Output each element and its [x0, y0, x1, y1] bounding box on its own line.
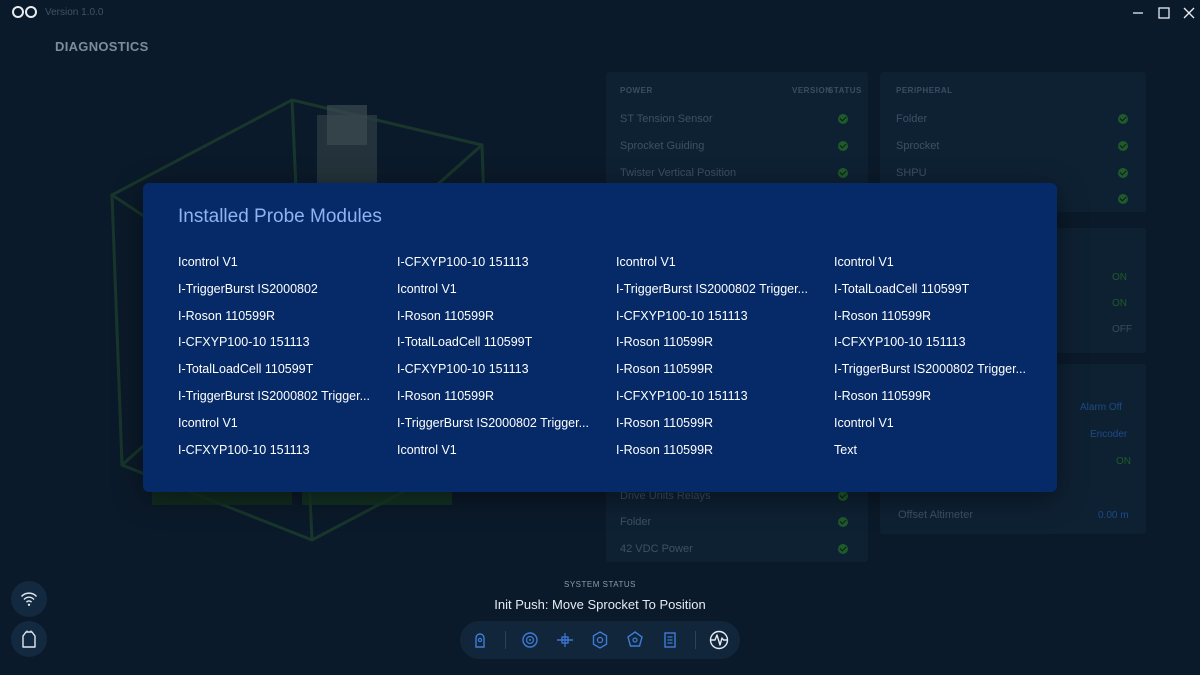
probe-column: Icontrol V1 I-TriggerBurst IS2000802 Tri…: [616, 255, 816, 469]
app-logo-icon: [12, 6, 37, 18]
probe-module-item: I-TriggerBurst IS2000802 Trigger...: [616, 281, 808, 296]
option-label: Offset Altimeter: [898, 509, 973, 521]
probe-module-item: I-CFXYP100-10 151113: [178, 335, 310, 350]
probe-module-item: I-TriggerBurst IS2000802: [178, 281, 318, 296]
option-value: Encoder: [1090, 429, 1128, 440]
ok-check-icon: [838, 491, 848, 501]
nav-diagnostics-tab[interactable]: [704, 626, 734, 654]
probe-column: I-CFXYP100-10 151113 Icontrol V1 I-Roson…: [397, 255, 597, 469]
bag-icon: [22, 630, 36, 648]
probe-column: Icontrol V1 I-TotalLoadCell 110599T I-Ro…: [834, 255, 1034, 469]
bottom-nav: [460, 621, 740, 659]
probe-module-item: I-Roson 110599R: [834, 388, 932, 403]
probe-module-item: Icontrol V1: [616, 255, 676, 269]
probe-module-item: Icontrol V1: [397, 281, 457, 296]
probe-module-item: Icontrol V1: [178, 255, 238, 269]
maximize-icon[interactable]: [1155, 4, 1173, 22]
dialog-title: Installed Probe Modules: [178, 206, 382, 227]
probe-module-item: I-Roson 110599R: [397, 388, 495, 403]
document-icon[interactable]: [660, 630, 680, 650]
probe-module-item: I-CFXYP100-10 151113: [397, 255, 529, 269]
probe-module-item: I-CFXYP100-10 151113: [616, 308, 748, 323]
network-icon[interactable]: [625, 630, 645, 650]
ok-check-icon: [838, 168, 848, 178]
probe-module-item: I-CFXYP100-10 151113: [178, 442, 310, 457]
ok-check-icon: [838, 141, 848, 151]
probe-module-item: Icontrol V1: [834, 415, 894, 430]
status-value: ON: [1112, 298, 1127, 309]
probe-module-item: I-TriggerBurst IS2000802 Trigger...: [397, 415, 589, 430]
target-icon[interactable]: [520, 630, 540, 650]
option-value: 0.00 m: [1098, 510, 1129, 521]
peripheral-row-label: SHPU: [896, 167, 927, 179]
probe-module-item: I-TotalLoadCell 110599T: [834, 281, 970, 296]
option-value: ON: [1116, 456, 1131, 467]
probe-module-item: I-TotalLoadCell 110599T: [397, 335, 533, 350]
waveform-icon: [709, 630, 729, 650]
probe-module-item: I-Roson 110599R: [178, 308, 276, 323]
probe-module-item: I-Roson 110599R: [616, 415, 714, 430]
peripheral-panel-header: PERIPHERAL: [896, 86, 953, 95]
probe-module-item: Text: [834, 442, 857, 457]
ok-check-icon: [1118, 114, 1128, 124]
probe-module-item: I-CFXYP100-10 151113: [616, 388, 748, 403]
probe-module-item: Icontrol V1: [834, 255, 894, 269]
nav-separator: [695, 631, 696, 649]
minimize-icon[interactable]: [1129, 4, 1147, 22]
ok-check-icon: [838, 517, 848, 527]
page-title: DIAGNOSTICS: [55, 39, 149, 54]
status-column-header: STATUS: [828, 86, 862, 95]
probe-module-item: I-Roson 110599R: [616, 335, 714, 350]
peripheral-row-label: Sprocket: [896, 140, 940, 152]
probe-module-item: I-Roson 110599R: [616, 442, 714, 457]
power-row-label: Twister Vertical Position: [620, 167, 737, 179]
status-value: ON: [1112, 272, 1127, 283]
probe-module-item: Icontrol V1: [178, 415, 238, 430]
power-panel-header: POWER: [620, 86, 653, 95]
ok-check-icon: [838, 544, 848, 554]
title-bar: Version 1.0.0: [0, 0, 1200, 26]
probe-module-item: I-TriggerBurst IS2000802 Trigger...: [834, 362, 1026, 377]
probe-icon[interactable]: [470, 630, 490, 650]
nav-separator: [505, 631, 506, 649]
gear-icon[interactable]: [590, 630, 610, 650]
power-row-label: Sprocket Guiding: [620, 140, 705, 152]
probe-module-item: I-Roson 110599R: [834, 308, 932, 323]
probe-module-item: I-TotalLoadCell 110599T: [178, 362, 314, 377]
ok-check-icon: [838, 114, 848, 124]
probe-module-item: Icontrol V1: [397, 442, 457, 457]
status-value: OFF: [1112, 324, 1132, 335]
peripheral-row-label: Folder: [896, 113, 928, 125]
system-status-label: SYSTEM STATUS: [564, 580, 636, 589]
ok-check-icon: [1118, 141, 1128, 151]
option-value: Alarm Off: [1080, 402, 1123, 413]
ok-check-icon: [1118, 168, 1128, 178]
probe-module-item: I-TriggerBurst IS2000802 Trigger...: [178, 388, 370, 403]
probe-module-item: I-Roson 110599R: [397, 308, 495, 323]
probe-module-item: I-Roson 110599R: [616, 362, 714, 377]
power-row-label: Folder: [620, 516, 652, 528]
app-version: Version 1.0.0: [45, 7, 104, 18]
probe-module-item: I-CFXYP100-10 151113: [834, 335, 966, 350]
system-status-text: Init Push: Move Sprocket To Position: [494, 597, 706, 612]
close-icon[interactable]: [1180, 4, 1198, 22]
drone-icon[interactable]: [555, 630, 575, 650]
storage-button[interactable]: [11, 621, 47, 657]
probe-modules-dialog: Installed Probe Modules Icontrol V1 I-Tr…: [143, 183, 1057, 492]
ok-check-icon: [1118, 194, 1128, 204]
version-column-header: VERSION: [792, 86, 832, 95]
power-row-label: 42 VDC Power: [620, 543, 693, 555]
probe-column: Icontrol V1 I-TriggerBurst IS2000802 I-R…: [178, 255, 378, 469]
power-row-label: ST Tension Sensor: [620, 113, 713, 125]
probe-module-item: I-CFXYP100-10 151113: [397, 362, 529, 377]
